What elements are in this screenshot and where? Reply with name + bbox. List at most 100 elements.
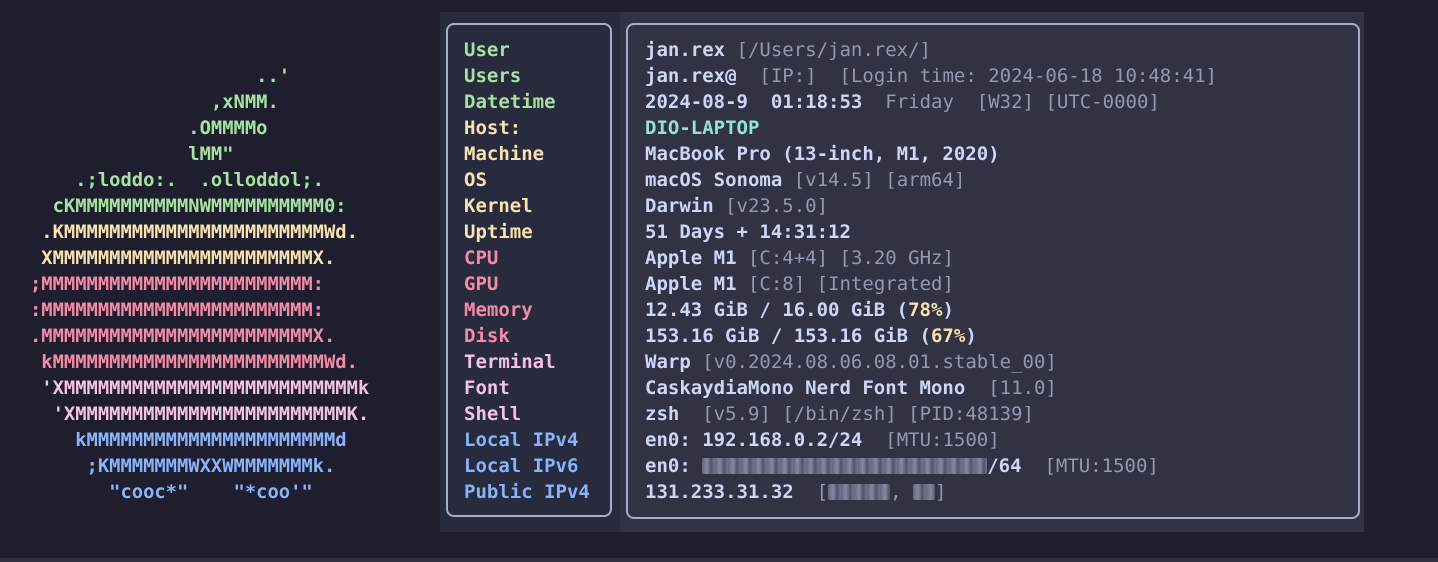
memory-usage: 12.43 GiB / 16.00 GiB ( (645, 299, 909, 321)
value-terminal: Warp [v0.2024.08.06.08.01.stable_00] (645, 349, 1217, 375)
font-size: [11.0] (988, 377, 1057, 399)
info-key-local-ipv4: Local IPv4 (464, 429, 579, 451)
value-gpu: Apple M1 [C:8] [Integrated] (645, 271, 1217, 297)
logo-line: ;KMMMMMMMWXXWMMMMMMMk. (30, 456, 336, 477)
weekday: Friday (885, 91, 954, 113)
info-key-terminal: Terminal (464, 351, 556, 373)
ipv6-prefix: /64 (987, 455, 1022, 477)
cpu-cores: [C:4+4] (747, 247, 829, 269)
public-ip-separator: , (890, 481, 902, 503)
info-key-disk: Disk (464, 325, 510, 347)
logo-line: .MMMMMMMMMMMMMMMMMMMMMMMMX. (30, 326, 336, 347)
value-user: jan.rex [/Users/jan.rex/] (645, 37, 1217, 63)
ipv4-address: 192.168.0.2/24 (702, 429, 863, 451)
public-ip-open-bracket: [ (816, 481, 829, 503)
week-number: [W32] (976, 91, 1034, 113)
info-key-machine: Machine (464, 143, 545, 165)
logo-line: :MMMMMMMMMMMMMMMMMMMMMMMM: (30, 300, 324, 321)
terminal-bottom-border (0, 558, 1438, 562)
kernel-name: Darwin (645, 195, 714, 217)
terminal-version: [v0.2024.08.06.08.01.stable_00] (702, 351, 1057, 373)
info-key-kernel: Kernel (464, 195, 533, 217)
logo-line: "cooc*" "*coo'" (30, 482, 313, 503)
os-arch: [arm64] (885, 169, 966, 191)
users-ip: [IP:] (759, 65, 817, 87)
logo-line: .;loddo:. .olloddol;. (30, 170, 324, 191)
value-disk: 153.16 GiB / 153.16 GiB (67%) (645, 323, 1217, 349)
logo-line: ;MMMMMMMMMMMMMMMMMMMMMMMM: (30, 274, 324, 295)
gpu-cores: [C:8] (747, 273, 806, 295)
ipv4-mtu: [MTU:1500] (885, 429, 1000, 451)
terminal-name: Warp (645, 351, 691, 373)
logo-line: .OMMMMo (30, 118, 268, 139)
info-key-user: User (464, 39, 510, 61)
users-login-time: [Login time: 2024-06-18 10:48:41] (839, 65, 1218, 87)
value-machine: MacBook Pro (13-inch, M1, 2020) (645, 141, 1217, 167)
time: 01:18:53 (770, 91, 863, 113)
value-public-ipv4: 131.233.31.32 [, ] (645, 479, 1217, 505)
info-values: jan.rex [/Users/jan.rex/] jan.rex@ [IP:]… (645, 37, 1217, 505)
os-version: [v14.5] (793, 169, 874, 191)
value-local-ipv6: en0: /64 [MTU:1500] (645, 453, 1217, 479)
value-font: CaskaydiaMono Nerd Font Mono [11.0] (645, 375, 1217, 401)
logo-line: lMM" (30, 144, 234, 165)
value-users: jan.rex@ [IP:] [Login time: 2024-06-18 1… (645, 63, 1217, 89)
value-local-ipv4: en0: 192.168.0.2/24 [MTU:1500] (645, 427, 1217, 453)
date: 2024-08-9 (645, 91, 748, 113)
memory-close-paren: ) (942, 299, 954, 321)
ipv6-address-redacted (702, 458, 988, 474)
value-datetime: 2024-08-9 01:18:53 Friday [W32] [UTC-000… (645, 89, 1217, 115)
shell-version: [v5.9] (702, 403, 771, 425)
user-home: [/Users/jan.rex/] (736, 39, 931, 61)
disk-close-paren: ) (965, 325, 977, 347)
uptime-text: 51 Days + 14:31:12 (645, 221, 851, 243)
disk-usage: 153.16 GiB / 153.16 GiB ( (645, 325, 931, 347)
info-key-public-ipv4: Public IPv4 (464, 481, 590, 503)
gpu-type: [Integrated] (816, 273, 954, 295)
value-memory: 12.43 GiB / 16.00 GiB (78%) (645, 297, 1217, 323)
public-ip-country-redacted (912, 484, 935, 500)
value-cpu: Apple M1 [C:4+4] [3.20 GHz] (645, 245, 1217, 271)
info-key-shell: Shell (464, 403, 522, 425)
logo-line: kMMMMMMMMMMMMMMMMMMMMMMMMWd. (30, 352, 358, 373)
logo-line: .KMMMMMMMMMMMMMMMMMMMMMMMWd. (30, 222, 358, 243)
info-key-host: Host: (464, 117, 522, 139)
shell-name: zsh (645, 403, 680, 425)
value-uptime: 51 Days + 14:31:12 (645, 219, 1217, 245)
logo-line: 'XMMMMMMMMMMMMMMMMMMMMMMMMK. (30, 404, 370, 425)
memory-percent: 78% (908, 299, 943, 321)
logo-line: kMMMMMMMMMMMMMMMMMMMMMMd (30, 430, 347, 451)
info-key-gpu: GPU (464, 273, 499, 295)
timezone: [UTC-0000] (1045, 91, 1160, 113)
info-key-uptime: Uptime (464, 221, 533, 243)
info-key-font: Font (464, 377, 510, 399)
info-key-local-ipv6: Local IPv6 (464, 455, 579, 477)
machine-model: MacBook Pro (13-inch, M1, 2020) (645, 143, 1000, 165)
value-os: macOS Sonoma [v14.5] [arm64] (645, 167, 1217, 193)
value-host: DIO-LAPTOP (645, 115, 1217, 141)
os-name: macOS Sonoma (645, 169, 783, 191)
logo-line: ,xNMM. (30, 92, 279, 113)
ipv4-interface: en0: (645, 429, 691, 451)
info-key-memory: Memory (464, 299, 533, 321)
public-ipv4-address: 131.233.31.32 (645, 481, 794, 503)
users-name: jan.rex@ (645, 65, 737, 87)
font-name: CaskaydiaMono Nerd Font Mono (645, 377, 966, 399)
gpu-name: Apple M1 (645, 273, 737, 295)
logo-line: ..' (30, 66, 291, 87)
apple-ascii-logo: ..' ,xNMM. .OMMMMo lMM" .;loddo:. .ollod… (30, 64, 369, 506)
info-key-datetime: Datetime (464, 91, 556, 113)
cpu-name: Apple M1 (645, 247, 737, 269)
value-kernel: Darwin [v23.5.0] (645, 193, 1217, 219)
ipv6-mtu: [MTU:1500] (1044, 455, 1159, 477)
info-key-users: Users (464, 65, 522, 87)
kernel-version: [v23.5.0] (725, 195, 829, 217)
info-keys: User Users Datetime Host: Machine OS Kernel Upt… (464, 37, 590, 505)
public-ip-close-bracket: ] (934, 481, 947, 503)
public-ip-location-redacted (828, 484, 891, 500)
host-name: DIO-LAPTOP (645, 117, 760, 139)
ipv6-interface: en0: (645, 455, 691, 477)
logo-line: cKMMMMMMMMMMNWMMMMMMMMMM0: (30, 196, 347, 217)
info-key-os: OS (464, 169, 487, 191)
shell-path: [/bin/zsh] (782, 403, 897, 425)
